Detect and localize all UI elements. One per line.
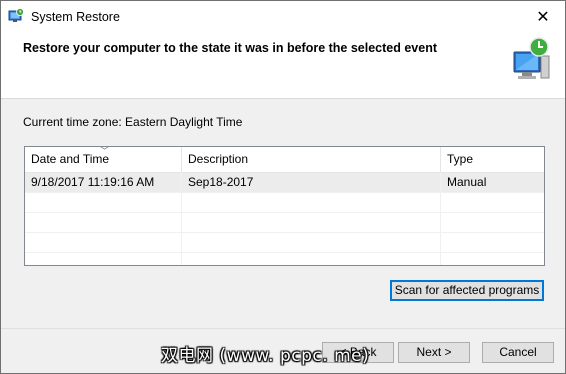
close-icon: ✕ xyxy=(536,8,550,26)
scan-affected-programs-button[interactable]: Scan for affected programs xyxy=(390,280,544,301)
title-bar: System Restore ✕ xyxy=(1,1,565,32)
restore-points-table[interactable]: ﹀ Date and Time Description Type 9/18/20… xyxy=(24,146,545,266)
timezone-label: Current time zone: Eastern Daylight Time xyxy=(23,115,243,129)
restore-computer-icon xyxy=(513,37,550,79)
column-divider xyxy=(181,172,182,265)
cell-date: 9/18/2017 11:19:16 AM xyxy=(31,175,155,189)
cell-description: Sep18-2017 xyxy=(188,175,254,189)
next-button[interactable]: Next > xyxy=(398,342,470,363)
header-title: Restore your computer to the state it wa… xyxy=(23,41,437,55)
column-divider xyxy=(440,172,441,265)
table-row-empty xyxy=(25,193,544,213)
window-title: System Restore xyxy=(31,10,120,24)
sort-desc-icon: ﹀ xyxy=(100,146,110,156)
column-header-description[interactable]: Description xyxy=(182,147,441,172)
cell-type: Manual xyxy=(447,175,487,189)
system-restore-icon xyxy=(8,8,24,22)
table-header: ﹀ Date and Time Description Type xyxy=(25,147,544,173)
table-row-empty xyxy=(25,233,544,253)
table-row-empty xyxy=(25,213,544,233)
wizard-header: Restore your computer to the state it wa… xyxy=(1,32,565,99)
close-button[interactable]: ✕ xyxy=(521,1,565,32)
table-row[interactable]: 9/18/2017 11:19:16 AM Sep18-2017 Manual xyxy=(25,173,544,193)
column-header-date[interactable]: ﹀ Date and Time xyxy=(25,147,182,172)
system-restore-window: System Restore ✕ Restore your computer t… xyxy=(0,0,566,374)
footer-divider xyxy=(1,328,565,329)
column-header-type[interactable]: Type xyxy=(441,147,544,172)
cancel-button[interactable]: Cancel xyxy=(482,342,554,363)
watermark-text: 双电网 (www. pcpc. me) xyxy=(161,346,370,366)
